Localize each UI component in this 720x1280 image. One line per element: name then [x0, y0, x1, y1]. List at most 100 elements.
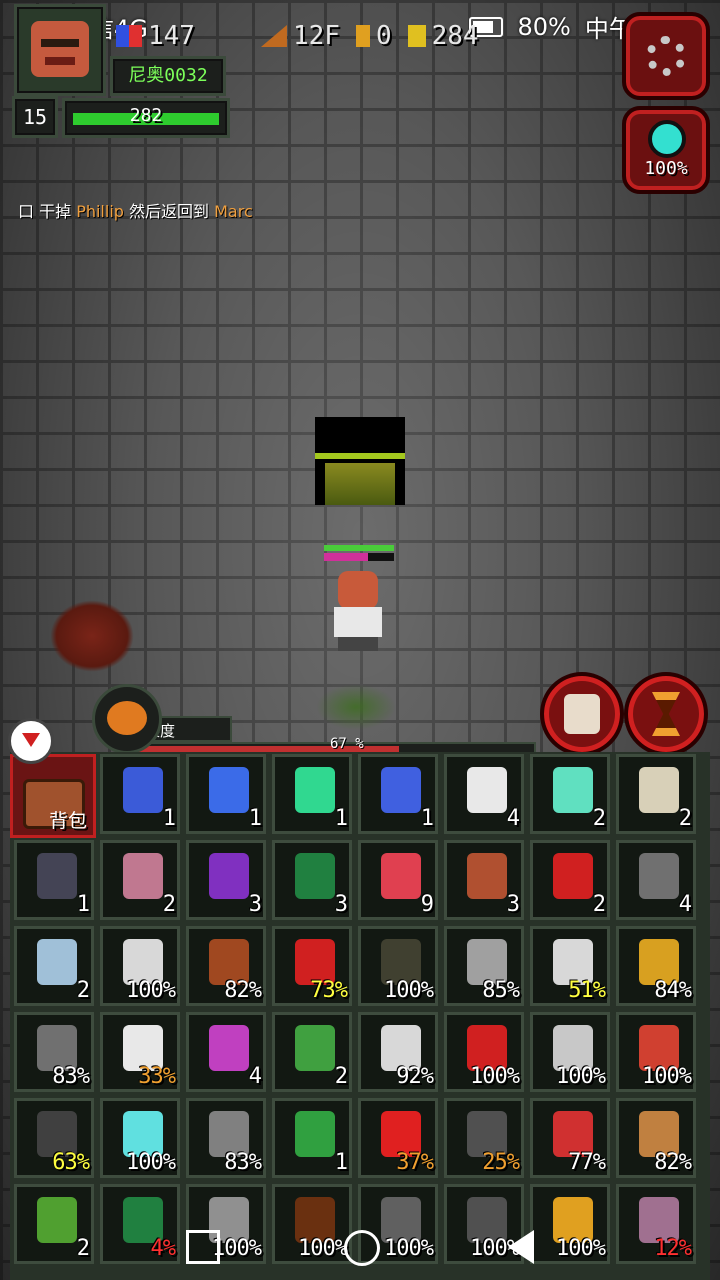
attack-button[interactable]: [540, 672, 624, 756]
gear-icon: [646, 36, 686, 76]
red-syringe-icon: [553, 853, 593, 899]
home-button[interactable]: [344, 1230, 380, 1266]
slot-count: 100%: [384, 978, 434, 1003]
inventory-slot[interactable]: 2: [616, 754, 696, 834]
portrait-face-icon: [31, 21, 89, 77]
inventory-slot[interactable]: 4: [444, 754, 524, 834]
small-syringe-icon: [209, 767, 249, 813]
slot-count: 37%: [396, 1150, 434, 1175]
inventory-slot[interactable]: 2: [14, 926, 94, 1006]
inventory-slot[interactable]: 100%: [100, 1098, 180, 1178]
search-button[interactable]: 100%: [622, 106, 710, 194]
slot-count: 4: [678, 892, 692, 917]
inventory-slot[interactable]: 33%: [100, 1012, 180, 1092]
inventory-slot[interactable]: 84%: [616, 926, 696, 1006]
floor-value: 12F: [292, 21, 340, 51]
slot-count: 83%: [52, 1064, 90, 1089]
slot-count: 1: [420, 806, 434, 831]
inventory-slot[interactable]: 100%: [358, 926, 438, 1006]
player-energy-bar: [324, 553, 368, 561]
inventory-slot[interactable]: 3: [186, 840, 266, 920]
inventory-slot[interactable]: 100%: [616, 1012, 696, 1092]
slot-count: 2: [592, 892, 606, 917]
inventory-slot[interactable]: 51%: [530, 926, 610, 1006]
slot-count: 83%: [224, 1150, 262, 1175]
inventory-slot[interactable]: 9: [358, 840, 438, 920]
slot-count: 1: [334, 1150, 348, 1175]
inventory-slot[interactable]: 2: [100, 840, 180, 920]
armor-value: 147: [148, 21, 195, 51]
inventory-slot[interactable]: 100%: [444, 1012, 524, 1092]
backpack-label: 背包: [48, 810, 87, 832]
backpack-button[interactable]: 背包: [10, 754, 96, 838]
inventory-slot[interactable]: 1: [100, 754, 180, 834]
inventory-slot[interactable]: 77%: [530, 1098, 610, 1178]
inventory-slot[interactable]: 4: [186, 1012, 266, 1092]
player-character[interactable]: [322, 545, 398, 655]
inventory-slot[interactable]: 1: [272, 754, 352, 834]
potted-plant-icon: [467, 853, 507, 899]
brain-icon: [107, 701, 147, 735]
wait-button[interactable]: [624, 672, 708, 756]
system-nav-bar: [0, 1222, 720, 1280]
hud-stats: 147 12F 0 284: [116, 18, 479, 54]
inventory-slot[interactable]: 3: [444, 840, 524, 920]
skull-icon: [639, 767, 679, 813]
inventory-slot[interactable]: 92%: [358, 1012, 438, 1092]
slot-count: 1: [248, 806, 262, 831]
player-health-bar: [324, 545, 394, 551]
slot-count: 100%: [126, 1150, 176, 1175]
drop-arrow-icon[interactable]: [8, 718, 54, 764]
meat-icon: [123, 853, 163, 899]
back-button[interactable]: [508, 1230, 534, 1264]
slot-count: 85%: [482, 978, 520, 1003]
inventory-slot[interactable]: 1: [14, 840, 94, 920]
inventory-slot[interactable]: 2: [530, 840, 610, 920]
hp-value: 282: [129, 105, 163, 126]
player-portrait[interactable]: [14, 4, 106, 96]
inventory-slot[interactable]: 100%: [100, 926, 180, 1006]
player-level: 15: [12, 96, 58, 138]
inventory-slot[interactable]: 1: [186, 754, 266, 834]
magnifier-icon: [648, 120, 686, 158]
inventory-slot[interactable]: 63%: [14, 1098, 94, 1178]
inventory-slot[interactable]: 100%: [530, 1012, 610, 1092]
inventory-slot[interactable]: 3: [272, 840, 352, 920]
slot-count: 92%: [396, 1064, 434, 1089]
wine-bottle-icon: [295, 1025, 335, 1071]
floor-icon: [260, 25, 287, 47]
key-icon: [355, 25, 370, 47]
hp-bar: 282: [62, 98, 230, 138]
inventory-slot[interactable]: 73%: [272, 926, 352, 1006]
green-bottle-icon: [295, 853, 335, 899]
inventory-slot[interactable]: 2: [530, 754, 610, 834]
slot-count: 100%: [556, 1064, 606, 1089]
inventory-slot[interactable]: 82%: [186, 926, 266, 1006]
blood-splatter: [50, 600, 134, 672]
purple-potion-icon: [209, 853, 249, 899]
slot-count: 77%: [568, 1150, 606, 1175]
inventory-slot[interactable]: 37%: [358, 1098, 438, 1178]
syringe-icon: [123, 767, 163, 813]
inventory-slot[interactable]: 25%: [444, 1098, 524, 1178]
inventory-slot[interactable]: 83%: [14, 1012, 94, 1092]
slot-count: 100%: [126, 978, 176, 1003]
infection-icon[interactable]: [92, 684, 162, 754]
gold-icon: [407, 25, 426, 47]
inventory-slot[interactable]: 82%: [616, 1098, 696, 1178]
inventory-slot[interactable]: 2: [272, 1012, 352, 1092]
inventory-slot[interactable]: 4: [616, 840, 696, 920]
inventory-slot[interactable]: 1: [358, 754, 438, 834]
slot-count: 2: [162, 892, 176, 917]
quest-objective[interactable]: 口 干掉 Phillip 然后返回到 Marc: [18, 198, 253, 222]
recents-button[interactable]: [186, 1230, 220, 1264]
infection-percent: 67 %: [330, 736, 364, 752]
settings-button[interactable]: [622, 12, 710, 100]
inventory-slot[interactable]: 85%: [444, 926, 524, 1006]
inventory-slot[interactable]: 1: [272, 1098, 352, 1178]
battery-level: 80%: [517, 12, 571, 41]
inventory-grid: 1 1 1 1 4 2 2 1 2 3 3 9 3 2 4 2 100% 82% 73% 100% 85% 51% 84% 8…: [10, 752, 710, 1280]
inventory-slot[interactable]: 83%: [186, 1098, 266, 1178]
stairs-down[interactable]: [315, 417, 405, 505]
slot-count: 2: [334, 1064, 348, 1089]
